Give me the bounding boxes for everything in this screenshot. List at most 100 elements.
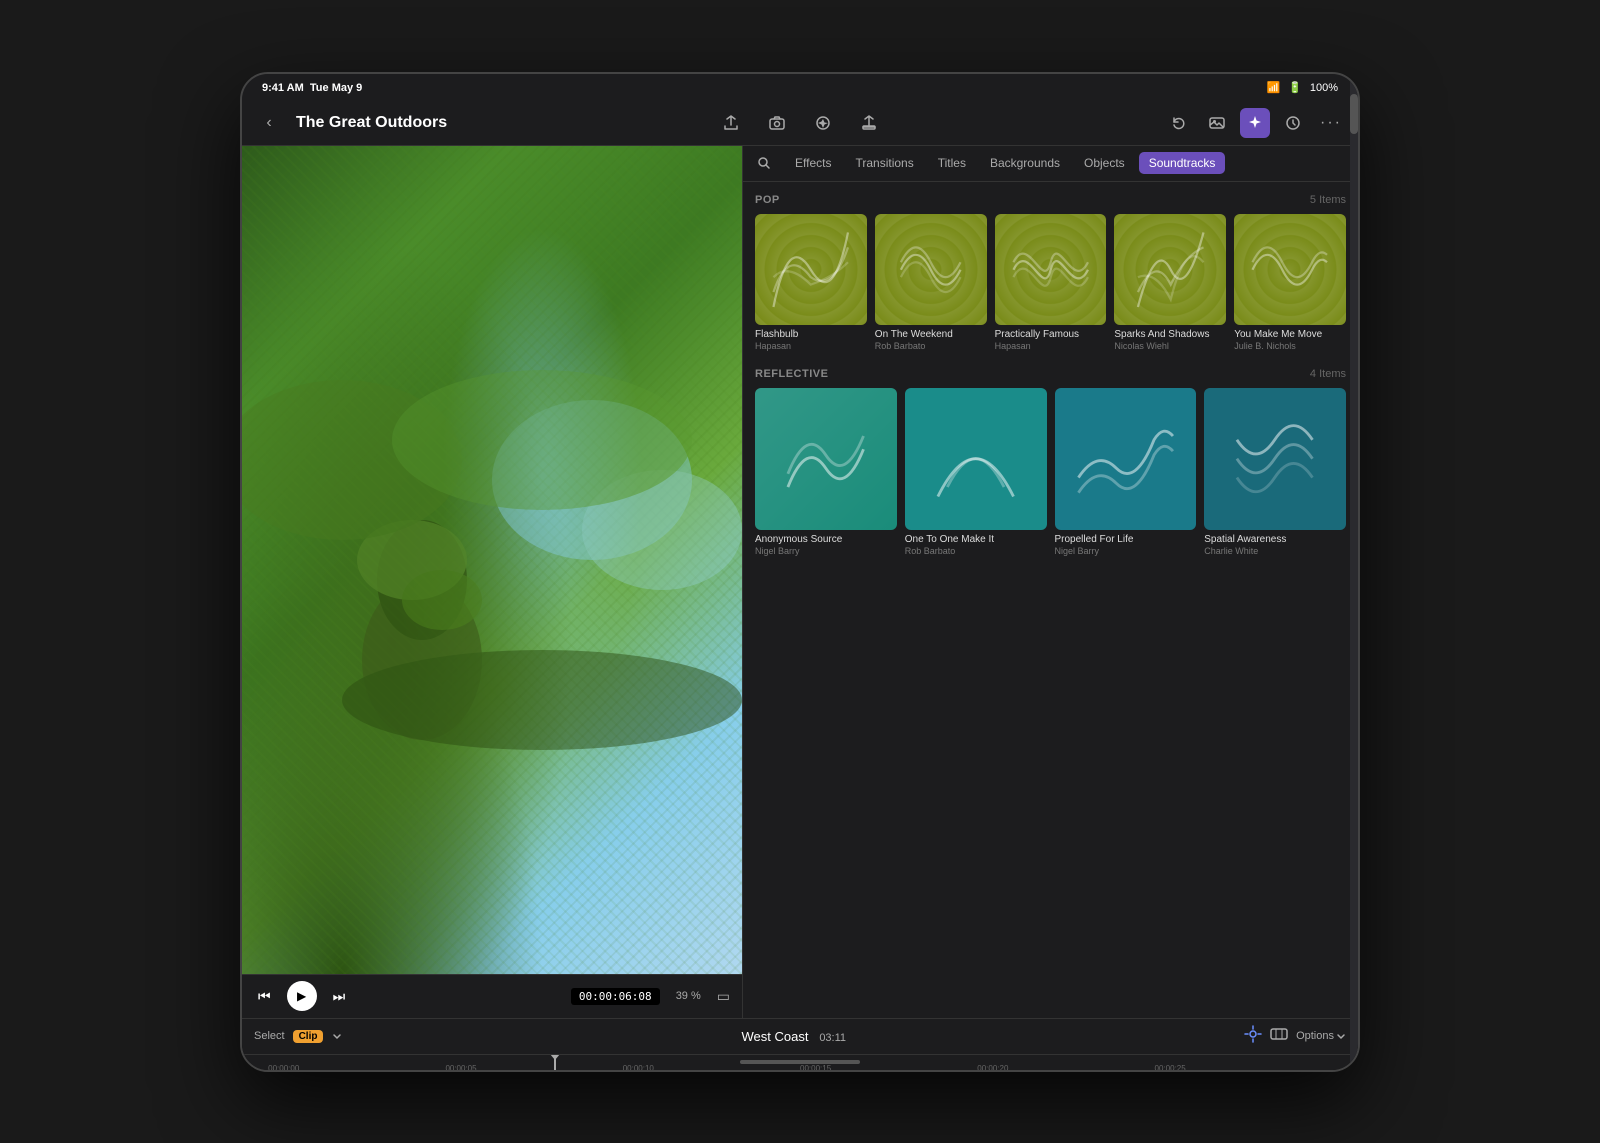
music-card-propelled-for-life[interactable]: Propelled For Life Nigel Barry — [1055, 388, 1197, 557]
zoom-level: 39 % — [676, 990, 701, 1002]
music-card-spatial-awareness[interactable]: Spatial Awareness Charlie White — [1204, 388, 1346, 557]
skip-forward-button[interactable]: ⏭ — [329, 984, 350, 1009]
music-name-anonymous-source: Anonymous Source — [755, 534, 897, 546]
ruler-mark-15: 00:00:15 — [800, 1064, 831, 1072]
play-button[interactable]: ▶ — [287, 981, 317, 1011]
music-artist-one-to-one: Rob Barbato — [905, 546, 1047, 557]
video-panel: ⏮ ▶ ⏭ 00:00:06:08 39 % ▭ — [242, 146, 742, 1018]
music-artist-on-the-weekend: Rob Barbato — [875, 341, 987, 352]
reflective-count: 4 Items — [1310, 368, 1346, 380]
tab-backgrounds[interactable]: Backgrounds — [980, 152, 1070, 174]
tab-titles[interactable]: Titles — [928, 152, 976, 174]
music-artist-sparks-shadows: Nicolas Wiehl — [1114, 341, 1226, 352]
music-thumb-anonymous-source — [755, 388, 897, 530]
timeline-scrollbar-thumb[interactable] — [1350, 94, 1358, 134]
status-bar: 9:41 AM Tue May 9 📶 🔋 100% — [242, 74, 1358, 102]
timeline-project-name: West Coast 03:11 — [742, 1029, 847, 1044]
wifi-icon: 📶 — [1266, 81, 1280, 94]
grid-view-button[interactable] — [1244, 1025, 1262, 1048]
nav-button[interactable] — [808, 108, 838, 138]
ipad-frame: 9:41 AM Tue May 9 📶 🔋 100% ‹ The Great O… — [240, 72, 1360, 1072]
music-name-sparks-shadows: Sparks And Shadows — [1114, 329, 1226, 341]
options-button[interactable]: Options — [1296, 1030, 1346, 1042]
music-name-propelled-for-life: Propelled For Life — [1055, 534, 1197, 546]
pop-section-header: POP 5 Items — [755, 194, 1346, 206]
timeline-toolbar: Select Clip West Coast 03:11 — [242, 1019, 1358, 1055]
music-thumb-one-to-one — [905, 388, 1047, 530]
privacy-button[interactable] — [1278, 108, 1308, 138]
camera-button[interactable] — [762, 108, 792, 138]
reflective-label: REFLECTIVE — [755, 368, 828, 380]
photo-library-button[interactable] — [1202, 108, 1232, 138]
timecode-display: 00:00:06:08 — [571, 988, 660, 1005]
music-card-practically-famous[interactable]: Practically Famous Hapasan — [995, 214, 1107, 353]
main-content: ⏮ ▶ ⏭ 00:00:06:08 39 % ▭ Effects Transit… — [242, 146, 1358, 1018]
reflective-section-header: REFLECTIVE 4 Items — [755, 368, 1346, 380]
music-artist-spatial-awareness: Charlie White — [1204, 546, 1346, 557]
home-indicator — [740, 1060, 860, 1064]
music-thumb-sparks-and-shadows — [1114, 214, 1226, 326]
music-thumb-practically-famous — [995, 214, 1107, 326]
aspect-ratio-icon[interactable]: ▭ — [717, 988, 730, 1005]
ruler-mark-10: 00:00:10 — [623, 1064, 654, 1072]
toolbar: ‹ The Great Outdoors — [242, 102, 1358, 146]
magic-button[interactable] — [1240, 108, 1270, 138]
browser-tabs: Effects Transitions Titles Backgrounds O… — [743, 146, 1358, 182]
music-name-flashbulb: Flashbulb — [755, 329, 867, 341]
music-artist-flashbulb: Hapasan — [755, 341, 867, 352]
music-card-you-make-me-move[interactable]: You Make Me Move Julie B. Nichols — [1234, 214, 1346, 353]
pop-label: POP — [755, 194, 780, 206]
playhead — [554, 1055, 556, 1072]
music-thumb-you-make-me-move — [1234, 214, 1346, 326]
music-card-sparks-and-shadows[interactable]: Sparks And Shadows Nicolas Wiehl — [1114, 214, 1226, 353]
status-indicators: 📶 🔋 100% — [1266, 81, 1338, 94]
music-name-you-make-me-move: You Make Me Move — [1234, 329, 1346, 341]
music-artist-anonymous-source: Nigel Barry — [755, 546, 897, 557]
music-card-one-to-one[interactable]: One To One Make It Rob Barbato — [905, 388, 1047, 557]
select-label: Select — [254, 1030, 285, 1042]
music-card-flashbulb[interactable]: Flashbulb Hapasan — [755, 214, 867, 353]
tab-transitions[interactable]: Transitions — [845, 152, 923, 174]
ruler-mark-20: 00:00:20 — [977, 1064, 1008, 1072]
music-thumb-propelled-for-life — [1055, 388, 1197, 530]
search-button[interactable] — [751, 150, 777, 176]
browser-panel: Effects Transitions Titles Backgrounds O… — [742, 146, 1358, 1018]
status-time: 9:41 AM Tue May 9 — [262, 82, 362, 94]
music-thumb-spatial-awareness — [1204, 388, 1346, 530]
storyboard-button[interactable] — [1270, 1025, 1288, 1048]
music-thumb-flashbulb — [755, 214, 867, 326]
ruler-mark-0: 00:00:00 — [268, 1064, 299, 1072]
music-name-practically-famous: Practically Famous — [995, 329, 1107, 341]
project-title: The Great Outdoors — [296, 114, 447, 132]
music-thumb-on-the-weekend — [875, 214, 987, 326]
pop-count: 5 Items — [1310, 194, 1346, 206]
timeline-scrollbar[interactable] — [1350, 74, 1358, 1070]
ruler-mark-25: 00:00:25 — [1155, 1064, 1186, 1072]
ruler-mark-5: 00:00:05 — [445, 1064, 476, 1072]
clip-tag: Clip — [293, 1030, 324, 1043]
clip-dropdown-icon[interactable] — [331, 1030, 343, 1042]
tab-soundtracks[interactable]: Soundtracks — [1139, 152, 1226, 174]
tab-effects[interactable]: Effects — [785, 152, 841, 174]
music-card-anonymous-source[interactable]: Anonymous Source Nigel Barry — [755, 388, 897, 557]
music-name-spatial-awareness: Spatial Awareness — [1204, 534, 1346, 546]
export-button[interactable] — [854, 108, 884, 138]
reflective-music-grid: Anonymous Source Nigel Barry — [755, 388, 1346, 557]
music-card-on-the-weekend[interactable]: On The Weekend Rob Barbato — [875, 214, 987, 353]
music-name-one-to-one: One To One Make It — [905, 534, 1047, 546]
music-artist-practically-famous: Hapasan — [995, 341, 1107, 352]
back-button[interactable]: ‹ — [254, 108, 284, 138]
undo-button[interactable] — [1164, 108, 1194, 138]
skip-back-button[interactable]: ⏮ — [254, 984, 275, 1009]
tab-objects[interactable]: Objects — [1074, 152, 1135, 174]
battery-icon: 🔋 — [1288, 81, 1302, 94]
pop-music-grid: Flashbulb Hapasan — [755, 214, 1346, 353]
music-artist-propelled-for-life: Nigel Barry — [1055, 546, 1197, 557]
more-button[interactable]: ··· — [1316, 108, 1346, 138]
video-preview — [242, 146, 742, 974]
music-name-on-the-weekend: On The Weekend — [875, 329, 987, 341]
music-artist-you-make-me-move: Julie B. Nichols — [1234, 341, 1346, 352]
browser-content: POP 5 Items — [743, 182, 1358, 1018]
share-button[interactable] — [716, 108, 746, 138]
video-controls: ⏮ ▶ ⏭ 00:00:06:08 39 % ▭ — [242, 974, 742, 1018]
